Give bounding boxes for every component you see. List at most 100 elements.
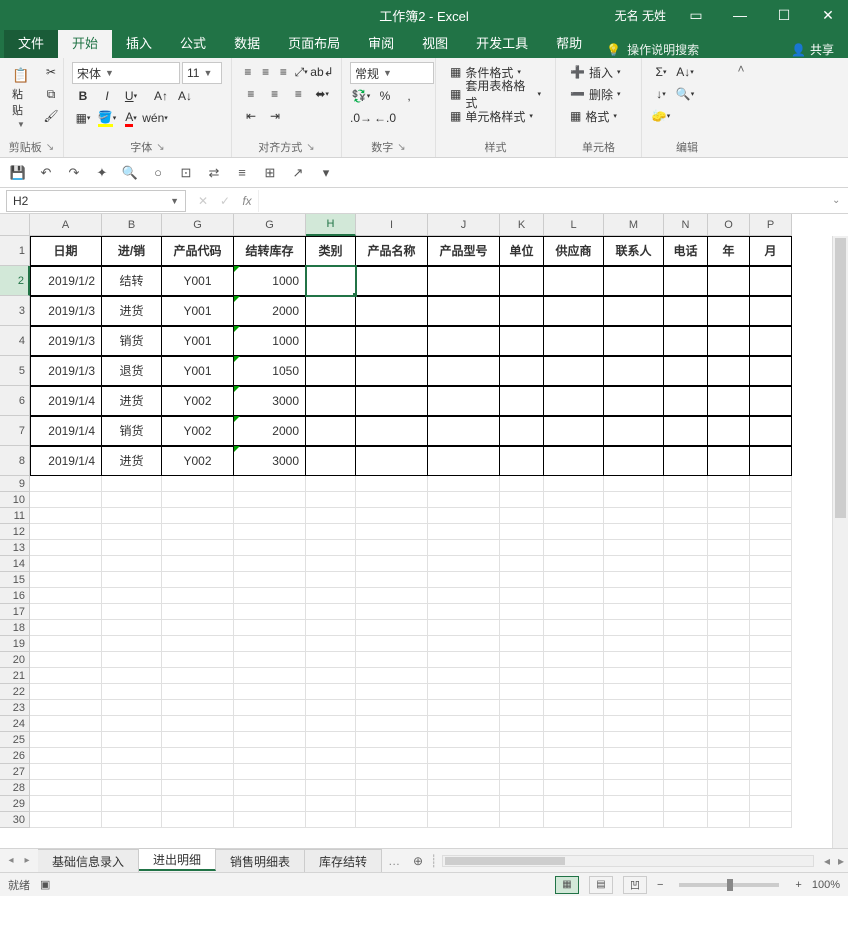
cell[interactable] <box>102 716 162 732</box>
cell[interactable] <box>708 796 750 812</box>
cell[interactable] <box>428 356 500 386</box>
cell[interactable] <box>428 416 500 446</box>
cell[interactable] <box>234 476 306 492</box>
cell[interactable] <box>500 700 544 716</box>
cell[interactable] <box>750 812 792 828</box>
name-box[interactable]: H2 ▼ <box>6 190 186 212</box>
cell[interactable] <box>664 266 708 296</box>
cell[interactable] <box>664 588 708 604</box>
row-header-27[interactable]: 27 <box>0 764 30 780</box>
cell[interactable]: 类别 <box>306 236 356 266</box>
cell[interactable] <box>306 492 356 508</box>
cell[interactable] <box>664 326 708 356</box>
increase-indent-button[interactable]: ⇥ <box>264 106 286 126</box>
align-bottom-button[interactable]: ≡ <box>276 62 292 82</box>
qat-btn-5[interactable]: ⇄ <box>204 163 224 183</box>
cell[interactable] <box>234 588 306 604</box>
phonetic-button[interactable]: wén▾ <box>144 108 166 128</box>
cell[interactable] <box>102 812 162 828</box>
macro-record-icon[interactable]: ▣ <box>40 878 50 891</box>
cell[interactable] <box>102 524 162 540</box>
cell[interactable]: Y001 <box>162 356 234 386</box>
font-name-combo[interactable]: 宋体▼ <box>72 62 180 84</box>
cell[interactable] <box>428 748 500 764</box>
cell[interactable] <box>234 620 306 636</box>
cell[interactable] <box>708 700 750 716</box>
cell[interactable] <box>500 266 544 296</box>
row-header-25[interactable]: 25 <box>0 732 30 748</box>
view-page-break-button[interactable]: 凹 <box>623 876 647 894</box>
cell[interactable]: 月 <box>750 236 792 266</box>
cell[interactable] <box>356 764 428 780</box>
cell[interactable] <box>604 764 664 780</box>
cell[interactable] <box>750 636 792 652</box>
qat-btn-8[interactable]: ↗ <box>288 163 308 183</box>
tab-pagelayout[interactable]: 页面布局 <box>274 27 354 58</box>
cell[interactable] <box>30 572 102 588</box>
cell[interactable] <box>500 684 544 700</box>
cell[interactable] <box>664 416 708 446</box>
cell[interactable] <box>664 668 708 684</box>
expand-formula-bar[interactable]: ⌄ <box>832 195 848 206</box>
cell[interactable] <box>664 386 708 416</box>
cell[interactable] <box>604 386 664 416</box>
cell[interactable] <box>664 556 708 572</box>
cell[interactable] <box>356 556 428 572</box>
collapse-ribbon-button[interactable]: ˄ <box>737 62 744 76</box>
row-header-28[interactable]: 28 <box>0 780 30 796</box>
column-header-G[interactable]: G <box>234 214 306 236</box>
tab-formulas[interactable]: 公式 <box>166 27 220 58</box>
row-header-19[interactable]: 19 <box>0 636 30 652</box>
cell[interactable] <box>356 572 428 588</box>
row-header-4[interactable]: 4 <box>0 326 30 356</box>
cell[interactable] <box>162 652 234 668</box>
row-header-10[interactable]: 10 <box>0 492 30 508</box>
cell[interactable] <box>604 812 664 828</box>
cell[interactable] <box>604 748 664 764</box>
cell[interactable] <box>664 796 708 812</box>
cell[interactable] <box>428 604 500 620</box>
cell[interactable] <box>544 732 604 748</box>
horizontal-scrollbar[interactable] <box>442 855 814 867</box>
cell[interactable] <box>604 524 664 540</box>
cell[interactable] <box>544 748 604 764</box>
minimize-button[interactable]: — <box>720 0 760 30</box>
cell[interactable] <box>306 508 356 524</box>
cell[interactable] <box>500 732 544 748</box>
cell-styles-button[interactable]: ▦单元格样式▾ <box>444 106 547 126</box>
cell[interactable] <box>708 716 750 732</box>
orientation-button[interactable]: ⤢▾ <box>293 62 309 82</box>
sort-filter-button[interactable]: A↓▾ <box>674 62 696 82</box>
cell[interactable] <box>356 266 428 296</box>
cell[interactable]: 产品型号 <box>428 236 500 266</box>
cell[interactable] <box>750 476 792 492</box>
cell[interactable] <box>30 812 102 828</box>
row-header-8[interactable]: 8 <box>0 446 30 476</box>
align-top-button[interactable]: ≡ <box>240 62 256 82</box>
cell[interactable] <box>500 446 544 476</box>
cell[interactable] <box>604 296 664 326</box>
tab-review[interactable]: 审阅 <box>354 27 408 58</box>
row-header-15[interactable]: 15 <box>0 572 30 588</box>
cell[interactable] <box>500 524 544 540</box>
row-header-13[interactable]: 13 <box>0 540 30 556</box>
sheet-tab-2[interactable]: 进出明细 <box>139 848 216 871</box>
cell[interactable]: 产品代码 <box>162 236 234 266</box>
cell[interactable]: 1000 <box>234 266 306 296</box>
column-header-J[interactable]: J <box>428 214 500 236</box>
qat-btn-4[interactable]: ⊡ <box>176 163 196 183</box>
column-header-P[interactable]: P <box>750 214 792 236</box>
cell[interactable] <box>664 540 708 556</box>
column-header-L[interactable]: L <box>544 214 604 236</box>
enter-formula-button[interactable]: ✓ <box>214 194 236 208</box>
cell[interactable] <box>356 296 428 326</box>
cell[interactable] <box>604 446 664 476</box>
cell[interactable] <box>604 716 664 732</box>
cell[interactable]: 1000 <box>234 326 306 356</box>
cell[interactable] <box>750 492 792 508</box>
cell[interactable] <box>428 764 500 780</box>
cell[interactable] <box>356 620 428 636</box>
cell[interactable] <box>544 604 604 620</box>
cell[interactable] <box>708 780 750 796</box>
cell[interactable] <box>428 780 500 796</box>
